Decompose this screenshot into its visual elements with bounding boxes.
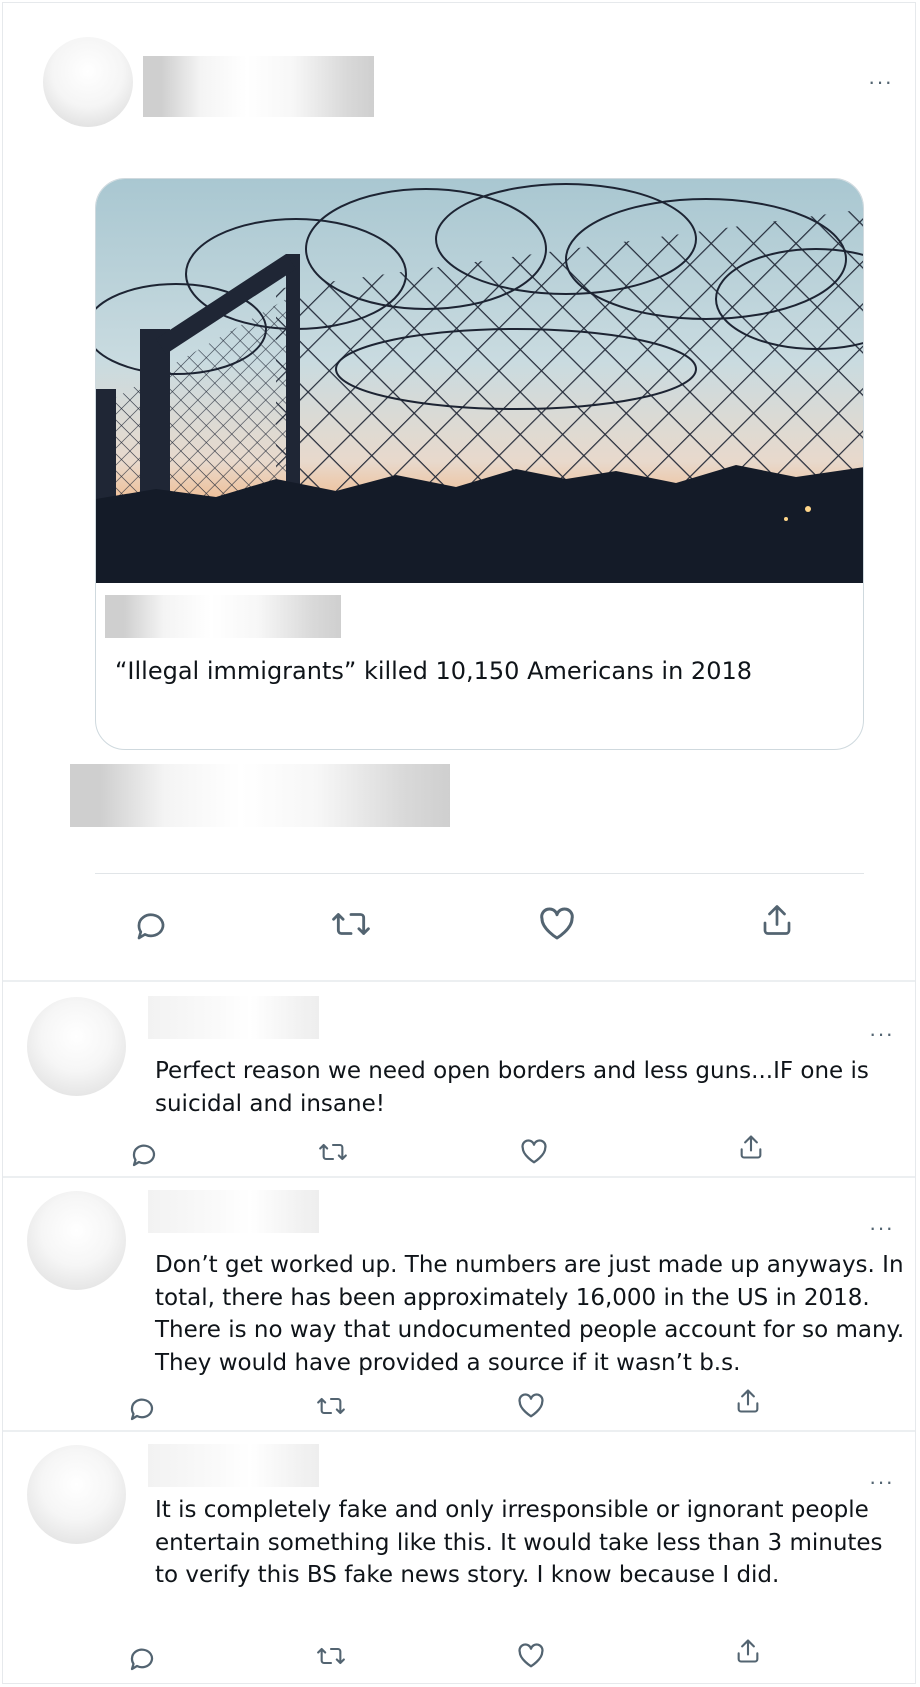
reply-icon[interactable] [127,1644,157,1674]
reply-author-redacted [148,1444,319,1487]
reply-icon[interactable] [127,1394,157,1424]
like-icon[interactable] [537,904,577,942]
share-icon[interactable] [734,1387,762,1415]
retweet-icon[interactable] [315,1392,347,1420]
timestamp-redacted [70,764,450,827]
main-post: ··· “Illegal immigrants” killed 10,150 A… [3,3,915,982]
reply-avatar[interactable] [27,997,126,1096]
reply-text: Perfect reason we need open borders and … [155,1058,869,1117]
post-divider [95,873,864,874]
more-options-icon[interactable]: ··· [869,1023,894,1045]
reply-avatar[interactable] [27,1191,126,1290]
card-headline: “Illegal immigrants” killed 10,150 Ameri… [115,657,753,685]
author-avatar[interactable] [43,37,133,127]
reply-item: ··· Don’t get worked up. The numbers are… [3,1178,915,1432]
author-name-redacted [143,56,374,117]
share-icon[interactable] [734,1637,762,1665]
like-icon[interactable] [519,1137,549,1165]
more-options-icon[interactable]: ··· [869,1217,894,1239]
retweet-icon[interactable] [315,1642,347,1670]
card-source-redacted [105,595,341,638]
reply-author-redacted [148,1190,319,1233]
like-icon[interactable] [516,1391,546,1419]
reply-author-redacted [148,996,319,1039]
reply-icon[interactable] [133,908,169,944]
more-options-icon[interactable]: ··· [869,1471,894,1493]
reply-item: ··· It is completely fake and only irres… [3,1432,915,1684]
retweet-icon[interactable] [330,905,372,943]
like-icon[interactable] [516,1641,546,1669]
share-icon[interactable] [759,901,795,939]
share-icon[interactable] [737,1133,765,1161]
reply-text: It is completely fake and only irrespons… [155,1497,883,1588]
more-options-icon[interactable]: ··· [868,71,893,93]
card-image [96,179,863,583]
link-card[interactable]: “Illegal immigrants” killed 10,150 Ameri… [95,178,864,750]
reply-avatar[interactable] [27,1445,126,1544]
reply-text: Don’t get worked up. The numbers are jus… [155,1252,905,1376]
reply-icon[interactable] [129,1140,159,1170]
reply-item: ··· Perfect reason we need open borders … [3,984,915,1178]
retweet-icon[interactable] [317,1138,349,1166]
